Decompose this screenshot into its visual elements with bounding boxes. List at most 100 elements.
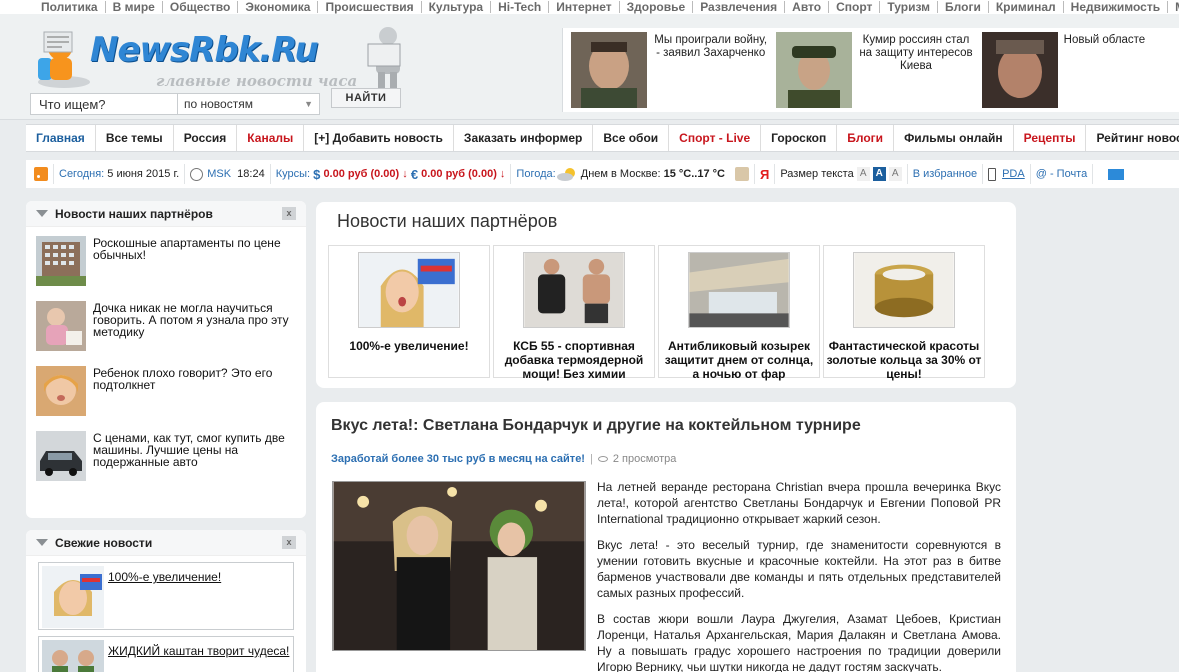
news-photo-icon	[571, 32, 647, 108]
usd-rate: 0.00 руб (0.00)	[323, 168, 400, 180]
category-link[interactable]: Развлечения	[693, 1, 786, 13]
sun-cloud-icon	[556, 168, 575, 181]
menu-item[interactable]: Спорт - Live	[669, 125, 762, 151]
category-link[interactable]: Му	[1168, 1, 1179, 13]
partner-card-title: КСБ 55 - спортивная добавка термоядерной…	[504, 339, 644, 381]
font-size-medium-button[interactable]: A	[872, 167, 886, 181]
partner-news-item[interactable]: С ценами, как тут, смог купить две машин…	[26, 431, 306, 496]
category-link[interactable]: Общество	[163, 1, 239, 13]
top-news-item[interactable]: Мы проиграли войну, - заявил Захарченко	[563, 28, 768, 112]
menu-item[interactable]: Блоги	[837, 125, 895, 151]
category-link[interactable]: Происшествия	[318, 1, 422, 13]
article-paragraph: В состав жюри вошли Лаура Джугелия, Азам…	[597, 612, 1001, 672]
article: Вкус лета!: Светлана Бондарчук и другие …	[316, 402, 1016, 672]
temperature: 15 °C..17 °C	[663, 168, 725, 180]
partner-card[interactable]: Антибликовый козырек защитит днем от сол…	[658, 245, 820, 381]
partner-card[interactable]: 100%-е увеличение!	[328, 245, 490, 378]
menu-item[interactable]: Россия	[174, 125, 238, 151]
fresh-news-title[interactable]: ЖИДКИЙ каштан творит чудеса!	[104, 640, 289, 658]
top-news-title: Новый областе	[1063, 34, 1146, 46]
category-link[interactable]: Интернет	[549, 1, 620, 13]
category-link[interactable]: Спорт	[829, 1, 881, 13]
menu-item[interactable]: Гороскоп	[761, 125, 838, 151]
mail-link[interactable]: @ - Почта	[1036, 168, 1088, 180]
partner-card-title: Антибликовый козырек защитит днем от сол…	[664, 339, 814, 381]
menu-item[interactable]: Рецепты	[1014, 125, 1087, 151]
logo-reader-icon	[367, 27, 401, 90]
promo-link[interactable]: Заработай более 30 тыс руб в месяц на са…	[331, 453, 585, 465]
top-news-title: Мы проиграли войну, - заявил Захарченко	[654, 34, 768, 59]
font-size-large-button[interactable]: A	[888, 167, 902, 181]
category-link[interactable]: Туризм	[880, 1, 939, 13]
menu-item[interactable]: [+] Добавить новость	[304, 125, 454, 151]
info-strip: Сегодня: 5 июня 2015 г. MSK 18:24 Курсы:…	[26, 160, 1179, 188]
dropdown-icon[interactable]	[734, 167, 749, 181]
euro-icon: €	[410, 166, 419, 182]
category-link[interactable]: Hi-Tech	[491, 1, 550, 13]
font-size-small-button[interactable]: A	[856, 167, 870, 181]
menu-item[interactable]: Главная	[26, 125, 96, 151]
category-link[interactable]: Авто	[785, 1, 830, 13]
car-photo-icon	[36, 431, 86, 481]
panel-header[interactable]: Новости наших партнёров x	[26, 201, 306, 227]
menu-item[interactable]: Заказать информер	[454, 125, 594, 151]
panel-title: Новости наших партнёров	[337, 211, 558, 231]
news-photo-icon	[981, 32, 1058, 108]
collapse-icon[interactable]	[36, 210, 48, 217]
partner-news-item[interactable]: Роскошные апартаменты по цене обычных!	[26, 236, 306, 301]
news-photo-icon	[776, 32, 853, 108]
fresh-news-item[interactable]: 100%-е увеличение!	[38, 562, 294, 630]
divider	[982, 164, 984, 184]
category-link[interactable]: Культура	[422, 1, 492, 13]
category-link[interactable]: Криминал	[989, 1, 1064, 13]
menu-item[interactable]: Все обои	[593, 125, 670, 151]
down-arrow-icon: ↓	[496, 168, 506, 180]
menu-item[interactable]: Каналы	[237, 125, 305, 151]
partner-news-title: С ценами, как тут, смог купить две машин…	[93, 431, 285, 469]
partner-card[interactable]: КСБ 55 - спортивная добавка термоядерной…	[493, 245, 655, 381]
collapse-icon[interactable]	[36, 539, 48, 546]
divider	[269, 164, 271, 184]
category-link[interactable]: Блоги	[938, 1, 989, 13]
menu-item[interactable]: Рейтинг новосте	[1086, 125, 1179, 151]
close-icon[interactable]: x	[282, 207, 296, 220]
category-link[interactable]: Недвижимость	[1064, 1, 1169, 13]
view-count: 2 просмотра	[612, 453, 677, 465]
top-news-item[interactable]: Новый областе	[974, 28, 1179, 112]
category-link[interactable]: Политика	[34, 1, 106, 13]
eye-icon	[597, 456, 608, 462]
search-box: по новостям ▼	[30, 93, 320, 115]
fresh-news-title[interactable]: 100%-е увеличение!	[104, 566, 221, 584]
menu-item[interactable]: Все темы	[96, 125, 174, 151]
category-link[interactable]: Здоровье	[620, 1, 694, 13]
search-button[interactable]: НАЙТИ	[331, 88, 401, 108]
category-link[interactable]: В мире	[106, 1, 163, 13]
search-input[interactable]	[31, 94, 177, 114]
partner-card[interactable]: Фантастической красоты золотые кольца за…	[823, 245, 985, 381]
panel-header[interactable]: Свежие новости x	[26, 530, 306, 556]
article-body: На летней веранде ресторана Christian вч…	[597, 479, 1001, 672]
search-scope-select[interactable]: по новостям ▼	[177, 94, 319, 114]
yandex-icon[interactable]: Я	[760, 167, 769, 182]
partner-news-item[interactable]: Ребенок плохо говорит? Это его подтолкне…	[26, 366, 306, 431]
top-news-item[interactable]: Кумир россиян стал на защиту интересов К…	[768, 28, 973, 112]
site-logo[interactable]: NewsRbk.Ru главные новости часа	[30, 22, 410, 94]
woman-photo-icon	[42, 566, 104, 628]
fresh-news-item[interactable]: ЖИДКИЙ каштан творит чудеса!	[38, 636, 294, 672]
partner-news-title: Дочка никак не могла научиться говорить.…	[93, 301, 289, 339]
envelope-icon[interactable]	[1108, 168, 1125, 180]
divider	[753, 164, 755, 184]
rss-icon[interactable]	[34, 167, 48, 181]
favorites-link[interactable]: В избранное	[913, 168, 977, 180]
article-title[interactable]: Вкус лета!: Светлана Бондарчук и другие …	[331, 417, 861, 435]
child-photo-icon	[36, 301, 86, 351]
menu-item[interactable]: Фильмы онлайн	[894, 125, 1014, 151]
chevron-down-icon: ▼	[304, 99, 313, 109]
pda-link[interactable]: PDA	[1002, 168, 1025, 180]
child-photo-icon	[36, 366, 86, 416]
close-icon[interactable]: x	[282, 536, 296, 549]
article-photo	[332, 481, 586, 651]
category-link[interactable]: Экономика	[238, 1, 319, 13]
divider	[774, 164, 776, 184]
partner-news-item[interactable]: Дочка никак не могла научиться говорить.…	[26, 301, 306, 366]
